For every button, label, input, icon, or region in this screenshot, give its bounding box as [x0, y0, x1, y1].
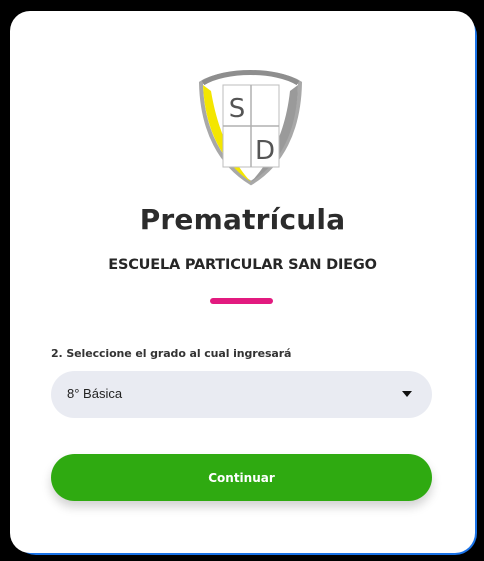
page-title: Prematrícula	[139, 203, 346, 236]
shield-crest-icon: S D	[198, 70, 303, 186]
registration-card: S D Prematrícula ESCUELA PARTICULAR SAN …	[10, 11, 475, 553]
logo-letter-d: D	[255, 136, 275, 166]
accent-divider	[210, 298, 273, 304]
school-logo: S D	[193, 61, 308, 186]
continue-button[interactable]: Continuar	[51, 454, 432, 501]
caret-down-icon	[402, 391, 412, 397]
grade-select-value: 8° Básica	[67, 386, 123, 401]
school-name: ESCUELA PARTICULAR SAN DIEGO	[108, 257, 377, 273]
logo-letter-s: S	[229, 94, 246, 124]
grade-question-label: 2. Seleccione el grado al cual ingresará	[51, 347, 292, 360]
grade-select[interactable]: 8° Básica	[51, 371, 432, 418]
